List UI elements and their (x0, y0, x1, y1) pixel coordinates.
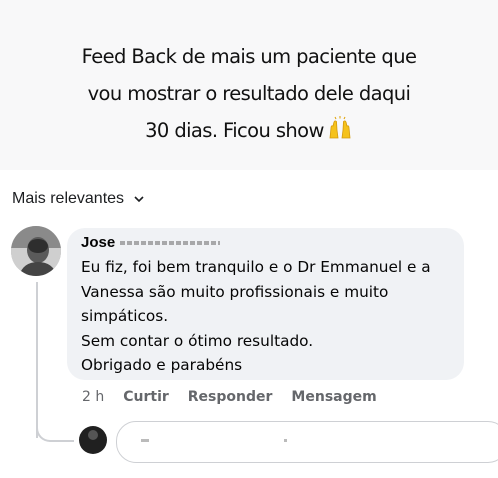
chevron-down-icon (134, 194, 144, 206)
caption-line: Feed Back de mais um paciente que (81, 45, 417, 68)
redacted-name (120, 232, 250, 246)
comment-line: Eu fiz, foi bem tranquilo e o Dr Emmanue… (81, 258, 431, 276)
caption-line: vou mostrar o resultado dele daqui (87, 82, 411, 105)
sort-label: Mais relevantes (12, 190, 125, 207)
caption-line-text: 30 dias. Ficou show (145, 119, 324, 142)
comment-author[interactable]: Jose (81, 234, 115, 251)
message-button[interactable]: Mensagem (291, 389, 376, 405)
avatar[interactable] (11, 226, 61, 276)
raising-hands-emoji-icon (327, 115, 353, 152)
comment-line: Sem contar o ótimo resultado. (81, 331, 314, 350)
thread-connector (36, 412, 74, 442)
reply-avatar (79, 426, 107, 454)
reply-button[interactable]: Responder (188, 389, 273, 405)
sort-dropdown[interactable]: Mais relevantes (12, 190, 144, 208)
comment-body: Eu fiz, foi bem tranquilo e o Dr Emmanue… (81, 255, 461, 378)
reply-input[interactable] (116, 421, 498, 463)
comment-line: Vanessa são muito profissionais e muito (81, 282, 389, 301)
comment-line: Obrigado e parabéns (81, 356, 243, 374)
like-button[interactable]: Curtir (123, 389, 169, 405)
comment-timestamp[interactable]: 2 h (82, 389, 104, 405)
comment-line: simpáticos. (81, 307, 169, 325)
caption-line-last: 30 dias. Ficou show (0, 112, 498, 152)
comment-actions: 2 h Curtir Responder Mensagem (82, 389, 377, 405)
story-caption: Feed Back de mais um paciente que vou mo… (0, 38, 498, 152)
